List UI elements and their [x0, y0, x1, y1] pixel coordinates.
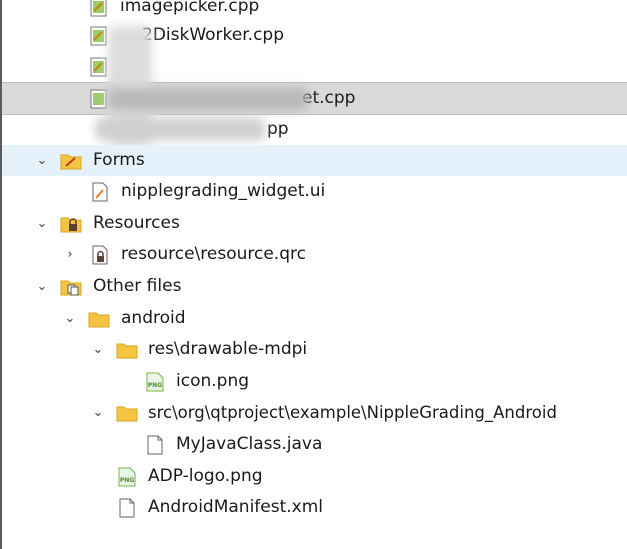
cpp-file-icon: [88, 88, 110, 110]
tree-item-label: et.cpp: [302, 88, 356, 108]
tree-item-androidmanifest-xml[interactable]: AndroidManifest.xml: [2, 492, 627, 523]
file-icon: [116, 497, 138, 519]
tree-item-label: nipplegrading_widget.ui: [121, 181, 326, 201]
chevron-down-icon[interactable]: ⌄: [62, 303, 78, 334]
tree-item-src-package[interactable]: ⌄ src\org\qtproject\example\NippleGradin…: [2, 397, 627, 428]
tree-item-label: ADP-logo.png: [148, 466, 263, 486]
tree-item-icon-png[interactable]: PNG icon.png: [2, 366, 627, 397]
qrc-file-icon: [89, 244, 111, 266]
tree-item-disk-worker-cpp[interactable]: 2DiskWorker.cpp: [2, 20, 627, 51]
redaction-blur: [95, 118, 265, 140]
tree-item-resource-qrc[interactable]: › resource\resource.qrc: [2, 239, 627, 270]
tree-item-res-drawable-mdpi[interactable]: ⌄ res\drawable-mdpi: [2, 334, 627, 365]
tree-item-android[interactable]: ⌄ android: [2, 303, 627, 334]
tree-item-widget-ui[interactable]: nipplegrading_widget.ui: [2, 176, 627, 207]
chevron-down-icon[interactable]: ⌄: [34, 208, 50, 239]
file-icon: [144, 434, 166, 456]
tree-item-imagepicker-cpp[interactable]: imagepicker.cpp: [2, 0, 627, 22]
tree-item-label: MyJavaClass.java: [176, 434, 323, 454]
png-badge: PNG: [120, 477, 134, 484]
redaction-blur: [108, 88, 308, 110]
folder-icon: [116, 339, 138, 361]
tree-item-label: AndroidManifest.xml: [148, 497, 324, 517]
tree-item-label: src\org\qtproject\example\NippleGrading_…: [148, 403, 557, 422]
tree-item-myjavaclass-java[interactable]: MyJavaClass.java: [2, 429, 627, 460]
png-file-icon: PNG: [144, 371, 166, 393]
png-badge: PNG: [148, 382, 162, 389]
chevron-right-icon[interactable]: ›: [62, 239, 78, 270]
tree-item-label: resource\resource.qrc: [121, 244, 306, 264]
tree-item-label: res\drawable-mdpi: [148, 339, 308, 359]
tree-item-label: icon.png: [176, 371, 250, 391]
tree-item-label: imagepicker.cpp: [120, 0, 260, 16]
tree-item-label: 2DiskWorker.cpp: [142, 25, 284, 45]
tree-item-label: pp: [267, 119, 289, 139]
tree-item-resources[interactable]: ⌄ Resources: [2, 208, 627, 239]
chevron-down-icon[interactable]: ⌄: [90, 397, 106, 428]
chevron-down-icon[interactable]: ⌄: [34, 145, 50, 176]
cpp-file-icon: [88, 56, 110, 78]
cpp-file-icon: [88, 0, 110, 18]
chevron-down-icon[interactable]: ⌄: [90, 334, 106, 365]
forms-folder-icon: [60, 150, 82, 172]
tree-item-label: Forms: [93, 150, 145, 170]
tree-item-forms[interactable]: ⌄ Forms: [2, 145, 627, 176]
chevron-down-icon[interactable]: ⌄: [34, 271, 50, 302]
folder-icon: [116, 402, 138, 424]
folder-icon: [88, 308, 110, 330]
tree-item-label: Resources: [93, 213, 180, 233]
other-files-folder-icon: [60, 276, 82, 298]
tree-item-adp-logo-png[interactable]: PNG ADP-logo.png: [2, 461, 627, 492]
tree-item-widget-cpp[interactable]: et.cpp: [2, 82, 627, 115]
tree-item-obscured[interactable]: [2, 51, 627, 82]
tree-item-label: android: [121, 308, 186, 328]
cpp-file-icon: [88, 25, 110, 47]
png-file-icon: PNG: [116, 466, 138, 488]
tree-item-other-files[interactable]: ⌄ Other files: [2, 271, 627, 302]
tree-item-label: Other files: [93, 276, 182, 296]
resources-folder-icon: [60, 213, 82, 235]
ui-file-icon: [89, 181, 111, 203]
